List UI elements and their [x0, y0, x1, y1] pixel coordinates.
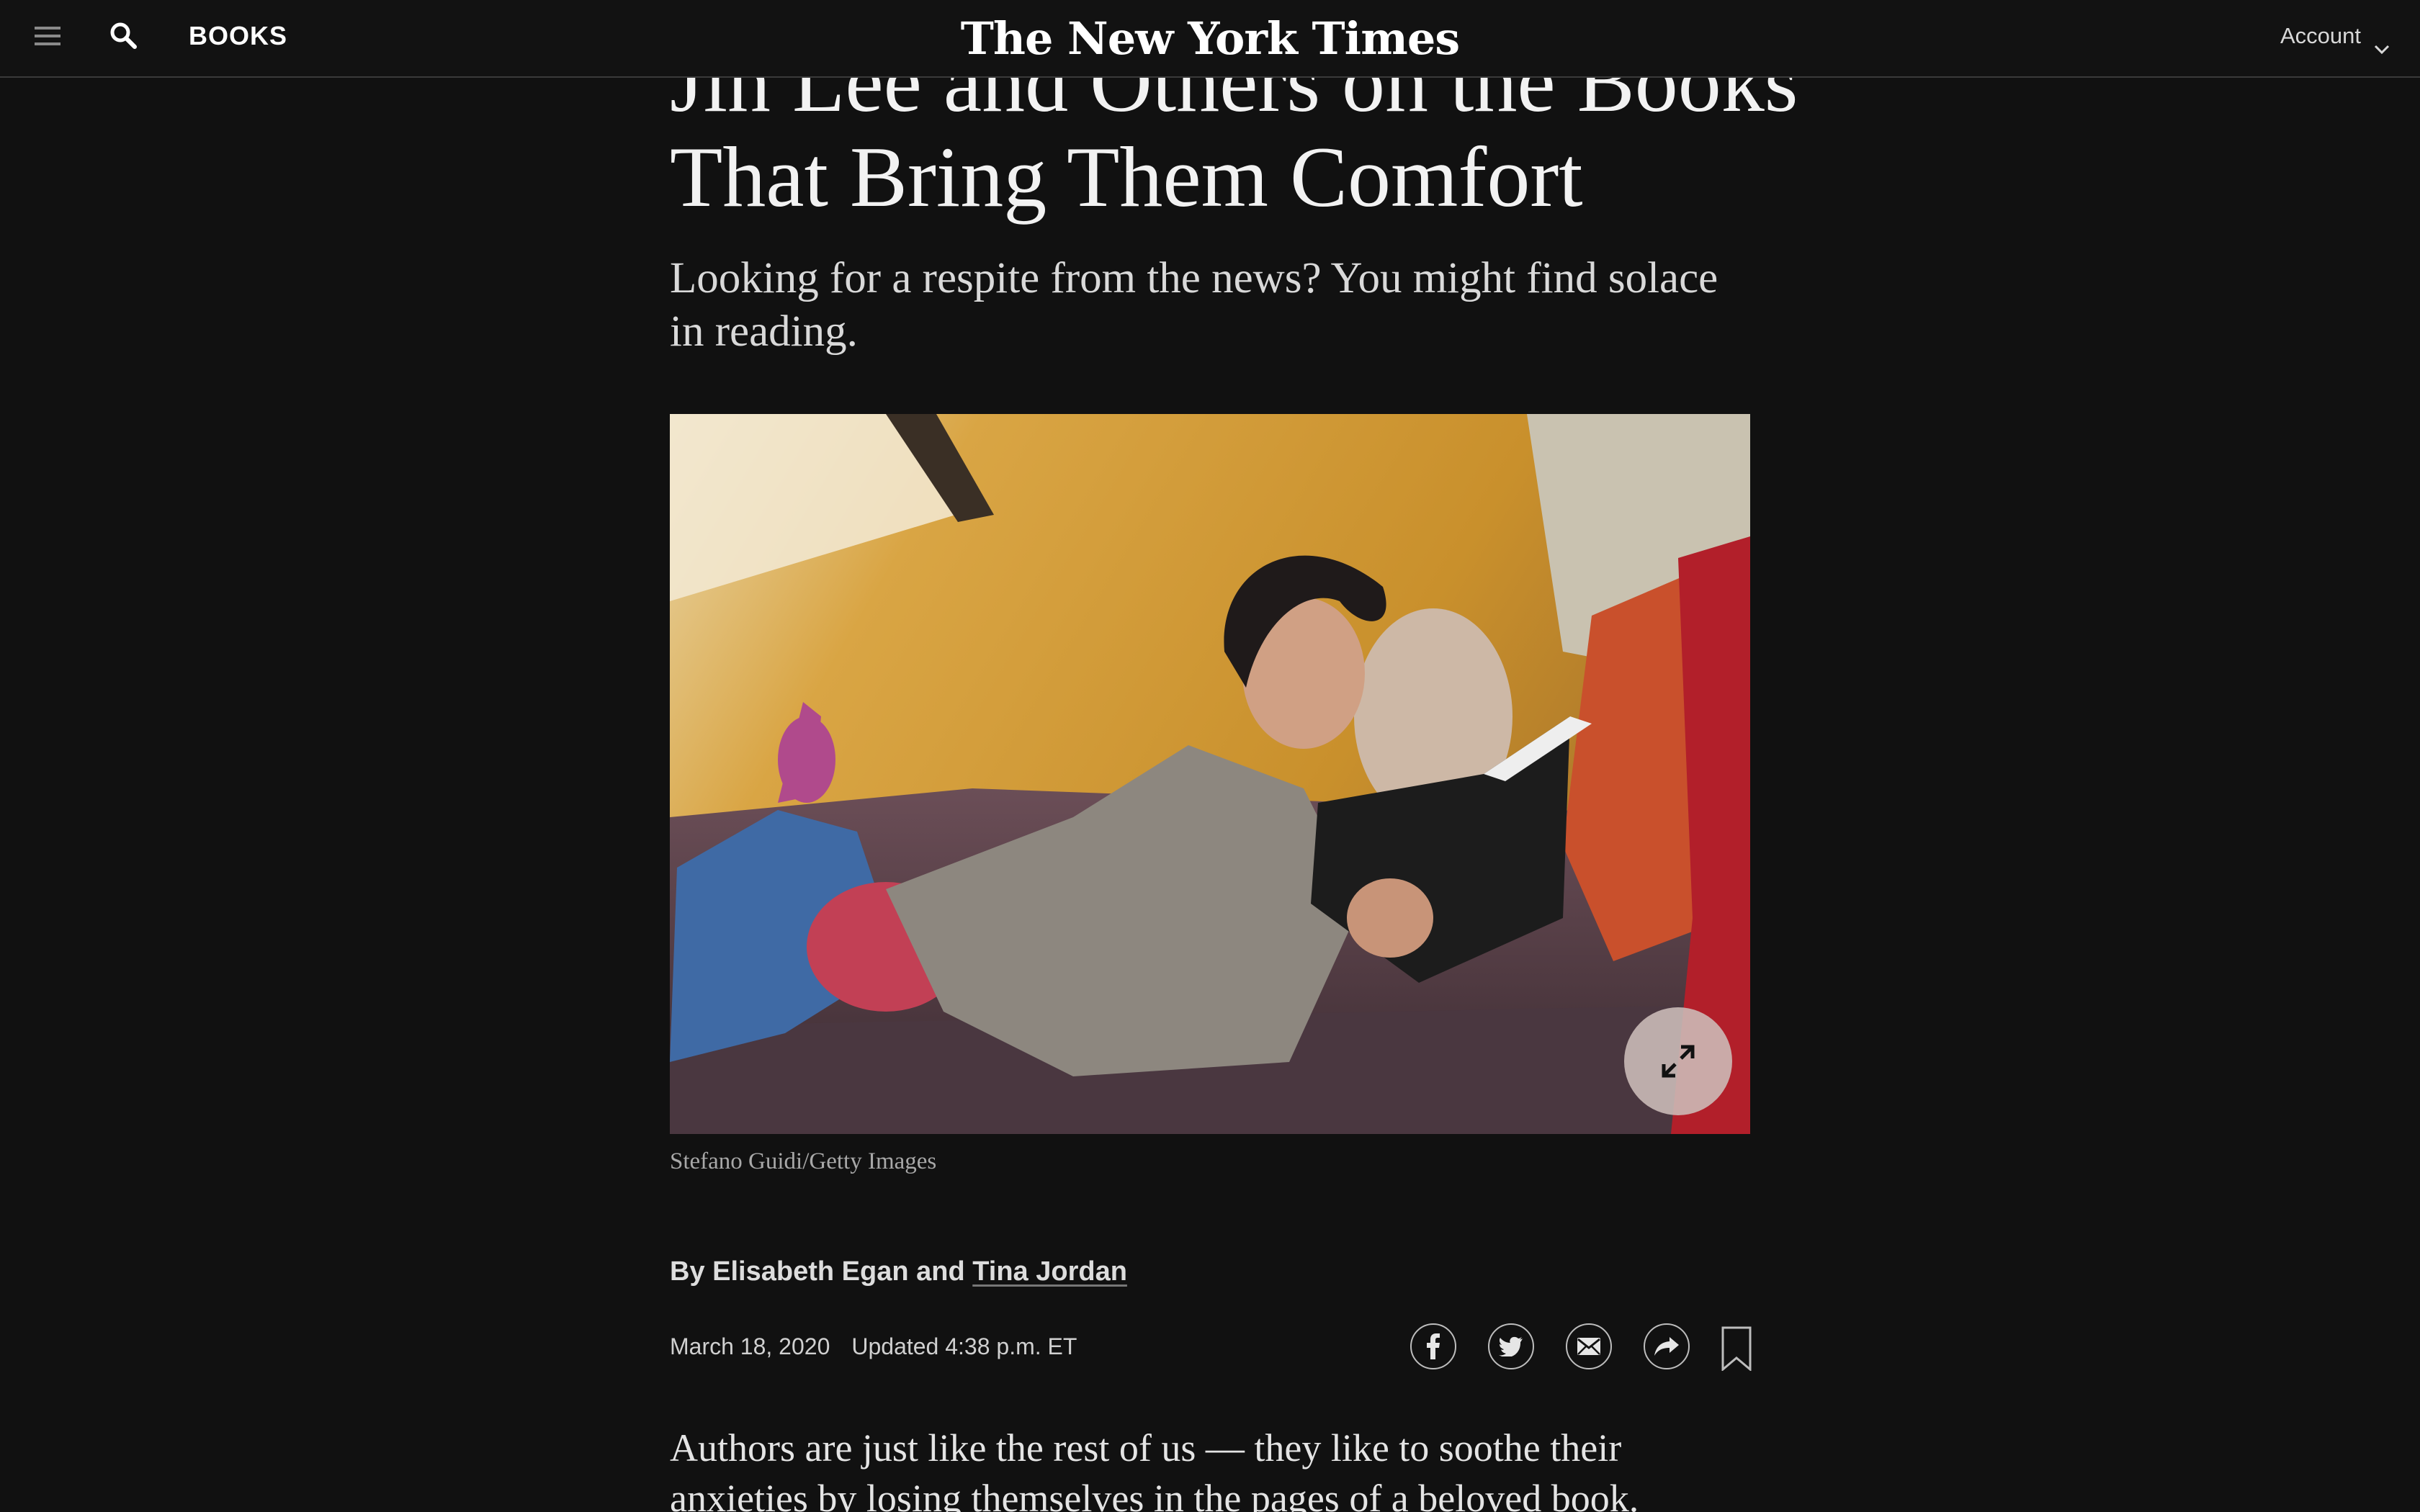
- chevron-down-icon: [2372, 30, 2391, 54]
- article-summary: Looking for a respite from the news? You…: [670, 254, 1718, 356]
- lead-image[interactable]: [670, 414, 1750, 1134]
- expand-image-button[interactable]: [1624, 1007, 1732, 1115]
- article-body-paragraph: Authors are just like the rest of us — t…: [670, 1426, 1639, 1512]
- image-credit: Stefano Guidi/Getty Images: [670, 1148, 937, 1174]
- twitter-share-button[interactable]: [1488, 1323, 1534, 1369]
- updated-time: Updated 4:38 p.m. ET: [851, 1333, 1077, 1359]
- more-share-button[interactable]: [1644, 1323, 1690, 1369]
- top-navigation-bar: BOOKS The New York Times Account: [0, 0, 2420, 78]
- author-link-elisabeth-egan[interactable]: Elisabeth Egan: [712, 1256, 908, 1287]
- bookmark-button[interactable]: [1721, 1326, 1752, 1372]
- publish-date: March 18, 2020: [670, 1333, 830, 1359]
- expand-icon: [1662, 1045, 1695, 1078]
- byline-prefix: By: [670, 1256, 705, 1287]
- byline-conjunction: and: [916, 1256, 965, 1287]
- nyt-logo[interactable]: The New York Times: [958, 9, 1462, 69]
- facebook-share-button[interactable]: [1410, 1323, 1456, 1369]
- section-label[interactable]: BOOKS: [189, 16, 287, 56]
- facebook-icon: [1427, 1333, 1440, 1359]
- lead-image-illustration: [670, 414, 1750, 1134]
- email-icon: [1577, 1338, 1600, 1355]
- share-icon: [1654, 1337, 1679, 1356]
- menu-icon[interactable]: [33, 24, 62, 48]
- twitter-icon: [1499, 1336, 1523, 1356]
- bookmark-icon: [1721, 1326, 1752, 1372]
- author-link-tina-jordan[interactable]: Tina Jordan: [972, 1256, 1127, 1287]
- headline-line-2: That Bring Them Comfort: [670, 129, 1583, 225]
- account-label: Account: [2280, 23, 2361, 48]
- byline: By Elisabeth Egan and Tina Jordan: [670, 1256, 1127, 1287]
- search-icon[interactable]: [108, 20, 138, 50]
- email-share-button[interactable]: [1566, 1323, 1612, 1369]
- dateline: March 18, 2020 Updated 4:38 p.m. ET: [670, 1333, 1077, 1360]
- account-menu[interactable]: Account: [2280, 17, 2391, 55]
